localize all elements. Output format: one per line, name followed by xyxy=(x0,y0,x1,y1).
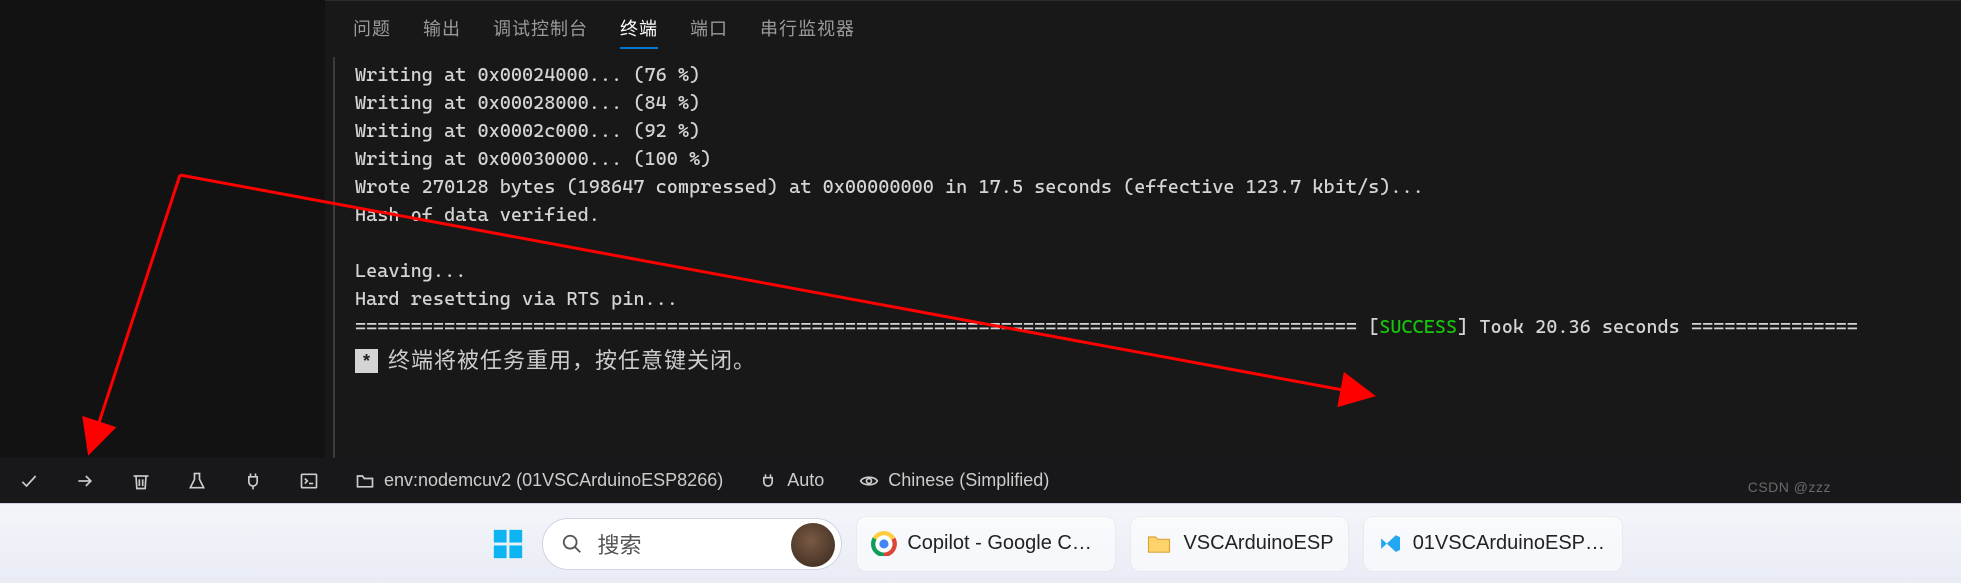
result-line: ========================================… xyxy=(355,316,1858,338)
tab-debug-console[interactable]: 调试控制台 xyxy=(493,15,588,47)
plug-small-icon xyxy=(757,470,779,492)
terminal-icon xyxy=(298,470,320,492)
search-icon xyxy=(561,533,583,555)
taskbar-app-chrome[interactable]: Copilot - Google Chrom xyxy=(856,516,1116,572)
language-label: Chinese (Simplified) xyxy=(888,470,1049,491)
pio-upload-button[interactable] xyxy=(66,466,104,496)
tab-problems[interactable]: 问题 xyxy=(353,15,391,47)
pio-test-button[interactable] xyxy=(178,466,216,496)
trash-icon xyxy=(130,470,152,492)
pio-env-selector[interactable]: env:nodemcuv2 (01VSCArduinoESP8266) xyxy=(346,466,731,496)
taskbar-app-vscode[interactable]: 01VSCArduinoESP8266 xyxy=(1363,516,1623,572)
result-prefix: ========================================… xyxy=(355,316,1379,338)
windows-taskbar: 搜索 Copilot - Google Chrom VSCArduinoESP … xyxy=(0,503,1961,583)
taskbar-app-label: 01VSCArduinoESP8266 xyxy=(1413,532,1608,555)
vscode-icon xyxy=(1378,530,1403,558)
tab-output[interactable]: 输出 xyxy=(423,15,461,47)
panel-tab-strip: 问题 输出 调试控制台 终端 端口 串行监视器 xyxy=(325,1,1961,57)
chrome-icon xyxy=(871,530,897,558)
pio-terminal-button[interactable] xyxy=(290,466,328,496)
terminal-line: Hash of data verified. xyxy=(355,204,600,226)
terminal-reuse-line: * 终端将被任务重用，按任意键关闭。 xyxy=(355,347,1957,375)
windows-logo-icon xyxy=(491,527,525,561)
terminal-line: Wrote 270128 bytes (198647 compressed) a… xyxy=(355,176,1424,198)
taskbar-search[interactable]: 搜索 xyxy=(542,518,842,570)
status-bar: env:nodemcuv2 (01VSCArduinoESP8266) Auto… xyxy=(0,458,1961,503)
terminal-line: Leaving... xyxy=(355,260,466,282)
editor-left-void xyxy=(0,0,325,458)
watermark-text: CSDN @zzz xyxy=(1748,479,1831,495)
taskbar-app-label: Copilot - Google Chrom xyxy=(907,532,1101,555)
tab-serial-monitor[interactable]: 串行监视器 xyxy=(760,15,855,47)
bottom-panel: 问题 输出 调试控制台 终端 端口 串行监视器 Writing at 0x000… xyxy=(325,0,1961,458)
start-button[interactable] xyxy=(488,524,528,564)
plug-icon xyxy=(242,470,264,492)
taskbar-app-explorer[interactable]: VSCArduinoESP xyxy=(1130,516,1348,572)
pio-build-button[interactable] xyxy=(10,466,48,496)
tab-ports[interactable]: 端口 xyxy=(690,15,728,47)
terminal-line: Hard resetting via RTS pin... xyxy=(355,288,678,310)
pio-env-label: env:nodemcuv2 (01VSCArduinoESP8266) xyxy=(384,470,723,491)
reuse-text: 终端将被任务重用，按任意键关闭。 xyxy=(388,347,756,375)
terminal-output[interactable]: Writing at 0x00024000... (76 %) Writing … xyxy=(333,57,1961,458)
terminal-line: Writing at 0x0002c000... (92 %) xyxy=(355,120,700,142)
language-status[interactable]: Chinese (Simplified) xyxy=(850,466,1057,496)
beaker-icon xyxy=(186,470,208,492)
folder-icon xyxy=(354,470,376,492)
arrow-right-icon xyxy=(74,470,96,492)
taskbar-center: 搜索 Copilot - Google Chrom VSCArduinoESP … xyxy=(488,516,1622,572)
terminal-line: Writing at 0x00028000... (84 %) xyxy=(355,92,700,114)
pio-clean-button[interactable] xyxy=(122,466,160,496)
result-suffix: ] Took 20.36 seconds =============== xyxy=(1457,316,1858,338)
terminal-line: Writing at 0x00024000... (76 %) xyxy=(355,64,700,86)
taskbar-app-label: VSCArduinoESP xyxy=(1183,532,1333,555)
terminal-line: Writing at 0x00030000... (100 %) xyxy=(355,148,711,170)
reuse-badge: * xyxy=(355,349,378,373)
search-placeholder: 搜索 xyxy=(597,528,641,560)
pio-port-selector[interactable]: Auto xyxy=(749,466,832,496)
pio-port-label: Auto xyxy=(787,470,824,491)
result-status: SUCCESS xyxy=(1379,316,1457,338)
search-mascot-icon xyxy=(791,523,835,567)
check-icon xyxy=(18,470,40,492)
eye-icon xyxy=(858,470,880,492)
tab-terminal[interactable]: 终端 xyxy=(620,15,658,47)
pio-serial-button[interactable] xyxy=(234,466,272,496)
folder-icon xyxy=(1145,530,1173,558)
